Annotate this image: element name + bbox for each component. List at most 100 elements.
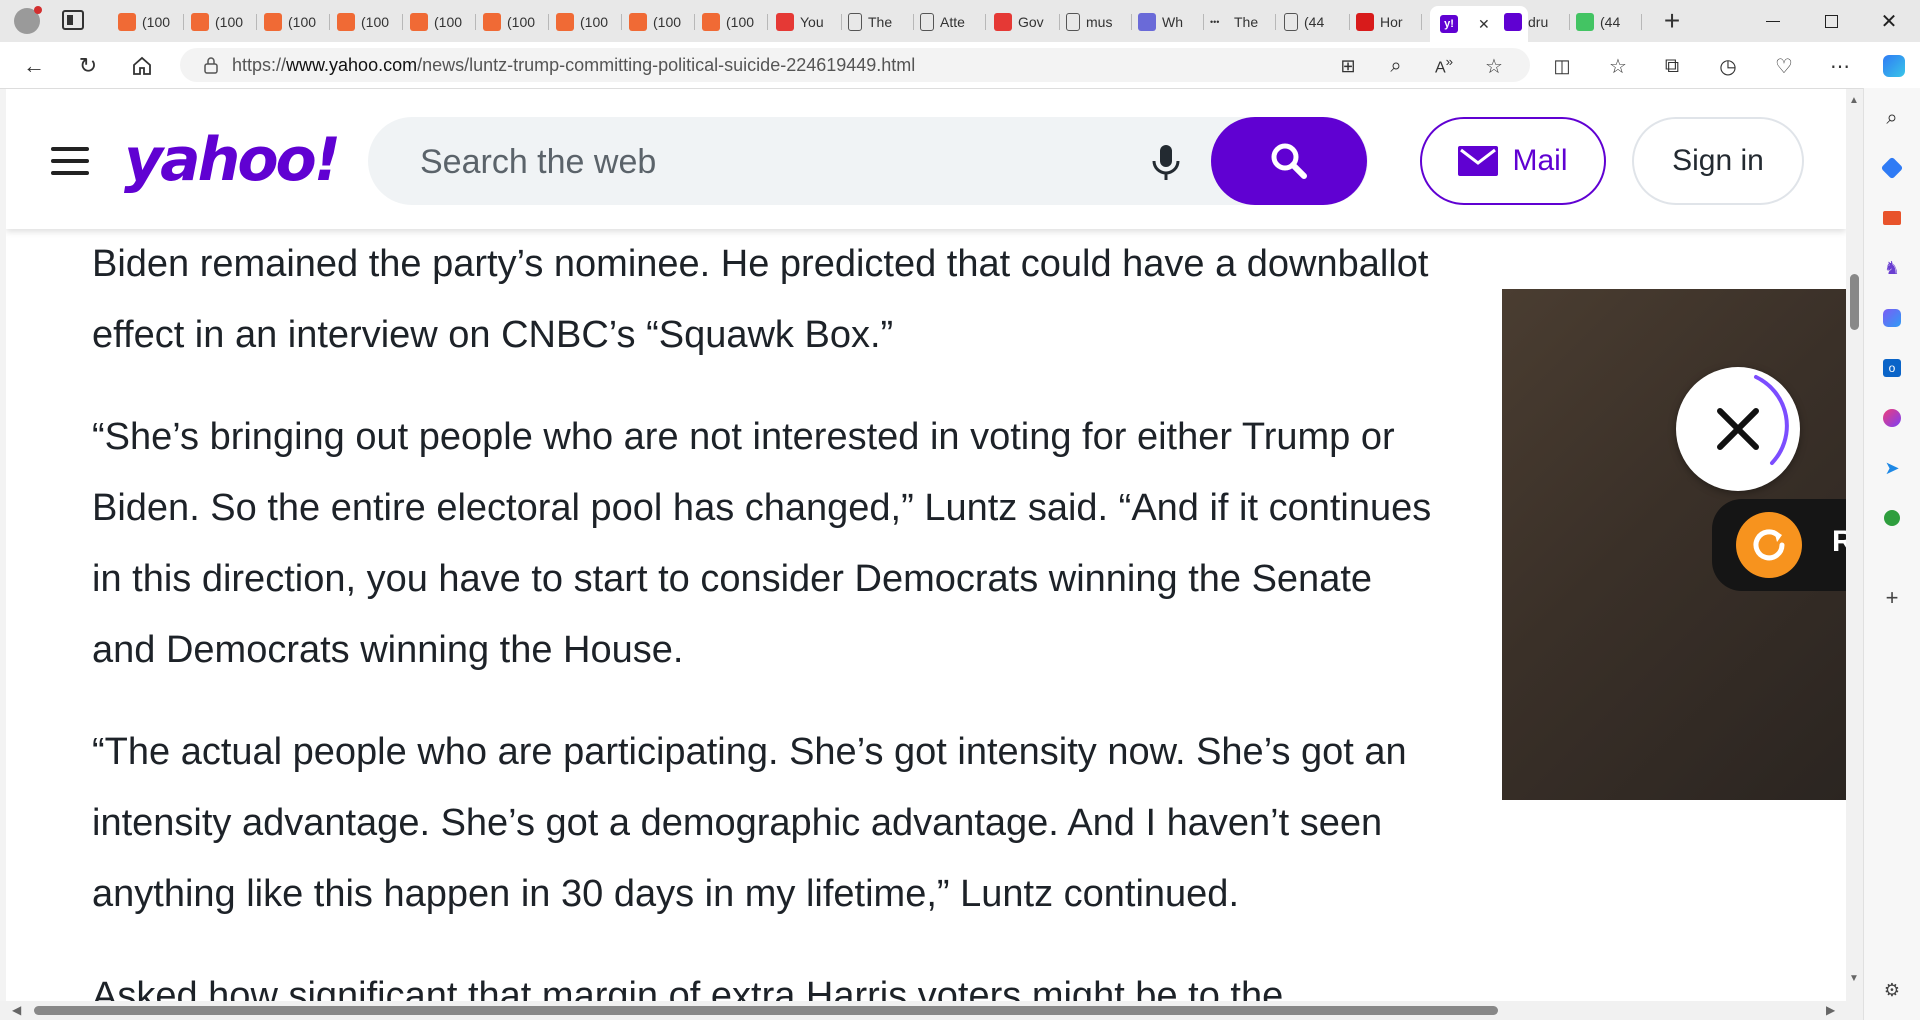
edge-sidebar: ⌕ ♞ o ➤ + ⚙ (1863, 88, 1920, 1020)
profile-avatar[interactable] (14, 6, 42, 34)
horizontal-scroll-thumb[interactable] (34, 1006, 1498, 1015)
browser-tab[interactable]: Wh (1138, 6, 1204, 38)
scroll-thumb[interactable] (1850, 274, 1859, 330)
history-icon: ◷ (1719, 55, 1737, 78)
browser-tab[interactable]: Hor (1356, 6, 1422, 38)
sidebar-add-button[interactable]: + (1880, 585, 1904, 610)
scroll-right-arrow[interactable]: ▶ (1826, 1003, 1835, 1017)
browser-tab[interactable]: (100 (337, 6, 403, 38)
search-input[interactable] (418, 137, 1122, 187)
sidebar-games-button[interactable]: ♞ (1880, 256, 1904, 280)
minimize-button[interactable] (1750, 8, 1796, 34)
tab-separator (1349, 14, 1350, 30)
zoom-button[interactable]: ⌕ (1382, 52, 1410, 80)
browser-tab[interactable]: (44 (1576, 6, 1642, 38)
browser-essentials-button[interactable]: ♡ (1770, 52, 1798, 80)
site-favicon-icon (264, 13, 282, 31)
grid-plus-icon: ⊞ (1340, 55, 1356, 76)
tab-separator (1203, 14, 1204, 30)
tab-actions-icon[interactable] (62, 10, 84, 30)
browser-tab[interactable]: (44 (1284, 6, 1350, 38)
close-window-button[interactable]: ✕ (1866, 8, 1912, 34)
article-paragraph: Biden remained the party’s nominee. He p… (92, 243, 1429, 356)
tab-separator (1059, 14, 1060, 30)
browser-tab[interactable]: (100 (264, 6, 330, 38)
browser-tab[interactable]: Atte (920, 6, 986, 38)
favorites-button[interactable]: ☆ (1604, 52, 1632, 80)
settings-more-button[interactable]: ⋯ (1826, 52, 1854, 80)
back-button[interactable]: ← (18, 50, 50, 82)
site-favicon-icon (191, 13, 209, 31)
scroll-up-arrow[interactable]: ▲ (1849, 95, 1859, 106)
scroll-down-arrow[interactable]: ▼ (1849, 973, 1859, 984)
browser-tab[interactable]: The (848, 6, 914, 38)
document-icon (1066, 13, 1080, 31)
site-favicon-icon (483, 13, 501, 31)
new-tab-button[interactable]: + (1656, 6, 1688, 38)
vertical-scrollbar[interactable]: ▲ ▼ (1846, 89, 1863, 1001)
browser-tab[interactable]: dru (1504, 6, 1570, 38)
sign-in-button[interactable]: Sign in (1632, 117, 1804, 205)
url-field[interactable]: https://www.yahoo.com/news/luntz-trump-c… (180, 48, 1530, 82)
sidebar-outlook-button[interactable]: o (1880, 356, 1904, 380)
tab-separator (767, 14, 768, 30)
sidebar-m365-button[interactable] (1880, 306, 1904, 330)
sidebar-shopping-button[interactable] (1880, 156, 1904, 180)
zoom-icon: ⌕ (1390, 54, 1402, 77)
refresh-button[interactable]: ↻ (72, 50, 104, 82)
home-icon (133, 56, 151, 75)
mail-label: Mail (1512, 144, 1568, 177)
browser-tab[interactable]: (100 (118, 6, 184, 38)
article-paragraph: “She’s bringing out people who are not i… (92, 416, 1432, 671)
sidebar-designer-button[interactable] (1880, 406, 1904, 430)
home-button[interactable] (126, 50, 158, 82)
split-screen-button[interactable]: ◫ (1548, 52, 1576, 80)
browser-tab[interactable]: (100 (556, 6, 622, 38)
sidebar-settings-button[interactable]: ⚙ (1880, 978, 1904, 1002)
history-button[interactable]: ◷ (1714, 52, 1742, 80)
tab-label: Atte (940, 14, 965, 30)
browser-tab[interactable]: (100 (629, 6, 695, 38)
browser-tab[interactable]: mus (1066, 6, 1132, 38)
back-arrow-icon: ← (23, 53, 45, 78)
ad-close-button[interactable] (1676, 367, 1800, 491)
app-available-button[interactable]: ⊞ (1334, 52, 1362, 80)
search-icon (1271, 143, 1307, 179)
microphone-icon[interactable] (1148, 143, 1184, 183)
copilot-button[interactable] (1880, 52, 1908, 80)
search-icon: ⌕ (1886, 106, 1898, 129)
close-tab-icon[interactable]: ✕ (1478, 16, 1490, 33)
favorite-button[interactable]: ☆ (1480, 52, 1508, 80)
browser-tab[interactable]: (100 (702, 6, 768, 38)
sidebar-search-button[interactable]: ⌕ (1880, 106, 1904, 130)
search-button[interactable] (1211, 117, 1367, 205)
browser-tab[interactable]: (100 (410, 6, 476, 38)
browser-tab[interactable]: (100 (191, 6, 257, 38)
horizontal-scrollbar[interactable]: ◀ ▶ (0, 1001, 1863, 1020)
site-favicon-icon (337, 13, 355, 31)
url-path: /news/luntz-trump-committing-political-s… (417, 54, 916, 75)
restore-button[interactable] (1808, 8, 1854, 34)
tab-separator (1421, 14, 1422, 30)
browser-tab[interactable]: You (776, 6, 842, 38)
site-favicon-icon (1576, 13, 1594, 31)
tab-separator (475, 14, 476, 30)
scroll-left-arrow[interactable]: ◀ (12, 1003, 21, 1017)
tab-label: (100 (653, 14, 682, 30)
sidebar-tree-button[interactable] (1880, 506, 1904, 530)
sidebar-tools-button[interactable] (1880, 206, 1904, 230)
browser-tab[interactable]: Gov (994, 6, 1060, 38)
sidebar-send-button[interactable]: ➤ (1880, 456, 1904, 480)
ad-replay-button[interactable]: R (1712, 499, 1846, 591)
browser-tab[interactable]: (100 (483, 6, 549, 38)
yahoo-logo[interactable]: yahoo! (124, 125, 341, 195)
heart-pulse-icon: ♡ (1775, 55, 1793, 78)
url-prefix: https:// (232, 54, 287, 75)
mail-button[interactable]: Mail (1420, 117, 1606, 205)
menu-button[interactable] (51, 147, 89, 175)
tag-icon (1880, 156, 1904, 180)
read-aloud-button[interactable]: A» (1430, 52, 1458, 80)
collections-button[interactable]: ⧉ (1658, 52, 1686, 80)
browser-tab[interactable]: ••• The (1210, 6, 1276, 38)
tab-separator (1131, 14, 1132, 30)
